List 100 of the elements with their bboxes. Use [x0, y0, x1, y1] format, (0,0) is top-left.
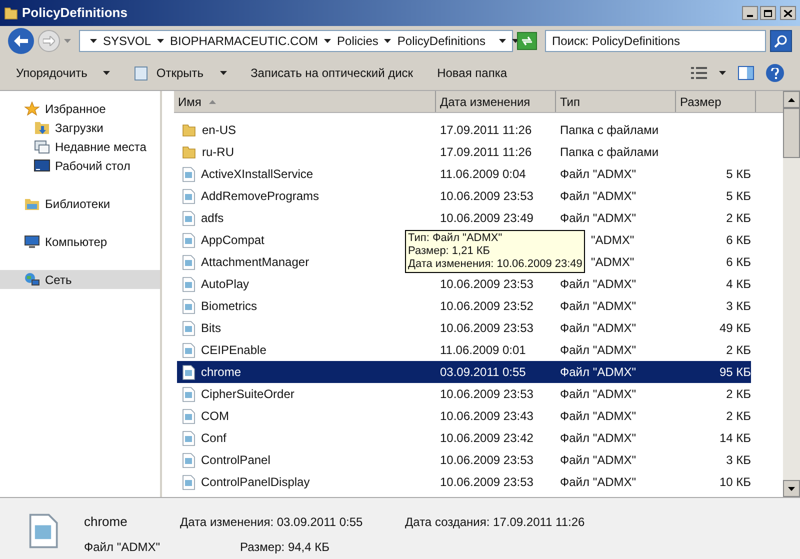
date-cell: 10.06.2009 23:49: [440, 211, 534, 225]
date-cell: 17.09.2011 11:26: [440, 145, 532, 159]
scrollbar[interactable]: [783, 91, 800, 497]
date-cell: 10.06.2009 23:43: [440, 409, 534, 423]
computer-icon: [24, 234, 40, 250]
view-options-button[interactable]: [691, 67, 726, 79]
scroll-up-icon: [788, 98, 795, 102]
file-name[interactable]: COM: [201, 407, 229, 425]
document-icon: [182, 386, 195, 402]
breadcrumb[interactable]: SYSVOL: [103, 32, 152, 50]
file-name[interactable]: ControlPanelDisplay: [201, 473, 310, 491]
file-name[interactable]: Conf: [201, 429, 226, 447]
sidebar-item[interactable]: Компьютер: [0, 232, 160, 251]
file-name[interactable]: AutoPlay: [201, 275, 250, 293]
document-icon: [182, 430, 195, 446]
type-cell: Файл "ADMX": [560, 189, 636, 203]
folder-icon: [182, 123, 196, 137]
breadcrumb[interactable]: BIOPHARMACEUTIC.COM: [170, 32, 318, 50]
size-cell-text: 10 КБ: [719, 474, 751, 491]
toolbar-button[interactable]: Открыть: [134, 64, 227, 82]
search-field[interactable]: Поиск: PolicyDefinitions: [545, 30, 766, 52]
size-cell-text: 3 КБ: [726, 452, 751, 469]
caret-icon: [220, 71, 227, 75]
type-cell: Папка с файлами: [560, 123, 659, 137]
folder-icon: [182, 145, 196, 159]
type-cell: Файл "ADMX": [560, 387, 636, 401]
document-icon: [28, 512, 58, 550]
toolbar-button[interactable]: Записать на оптический диск: [250, 64, 414, 82]
file-name[interactable]: chrome: [201, 363, 242, 381]
sidebar-item[interactable]: Избранное: [0, 99, 160, 118]
close-icon: [784, 10, 792, 16]
file-name[interactable]: ControlPanel: [201, 451, 270, 469]
sidebar-item[interactable]: Загрузки: [0, 118, 160, 137]
caret-icon: [719, 71, 726, 75]
column-header[interactable]: Имя: [174, 91, 436, 112]
folder-icon: [4, 6, 18, 20]
date-cell: 10.06.2009 23:53: [440, 387, 534, 401]
file-name[interactable]: AddRemovePrograms: [201, 187, 320, 205]
column-header[interactable]: Тип: [556, 91, 676, 112]
file-name[interactable]: ActiveXInstallService: [201, 165, 314, 183]
arrow-left-icon: [14, 35, 28, 47]
toolbar-button[interactable]: Упорядочить: [16, 64, 110, 82]
scroll-thumb[interactable]: [783, 108, 800, 158]
sidebar-item[interactable]: Библиотеки: [0, 194, 160, 213]
column-header[interactable]: Размер: [676, 91, 756, 112]
caret-icon: [384, 39, 392, 43]
file-name[interactable]: Bits: [201, 319, 222, 337]
type-cell: Файл "ADMX": [560, 211, 636, 225]
date-cell: 10.06.2009 23:42: [440, 431, 534, 445]
size-cell-text: 6 КБ: [726, 254, 751, 271]
desktop-icon: [34, 158, 50, 174]
sidebar-item[interactable]: Недавние места: [0, 137, 160, 156]
size-cell-text: 95 КБ: [719, 364, 751, 381]
size-cell-text: 2 КБ: [726, 342, 751, 359]
column-header[interactable]: Дата изменения: [436, 91, 556, 112]
minimize-button[interactable]: [742, 6, 758, 20]
date-cell: 03.09.2011 0:55: [440, 365, 526, 379]
toolbar-button[interactable]: Новая папка: [437, 64, 508, 82]
date-cell: 11.06.2009 0:01: [440, 343, 526, 357]
file-name[interactable]: Biometrics: [201, 297, 258, 315]
size-cell-text: 2 КБ: [726, 408, 751, 425]
preview-pane-button[interactable]: [738, 66, 754, 80]
sidebar-item[interactable]: Рабочий стол: [0, 156, 160, 175]
file-name[interactable]: CipherSuiteOrder: [201, 385, 294, 403]
search-button[interactable]: [770, 30, 792, 52]
refresh-button[interactable]: [517, 32, 537, 50]
type-cell: Папка с файлами: [560, 145, 659, 159]
document-icon: [182, 408, 195, 424]
breadcrumb[interactable]: PolicyDefinitions: [397, 32, 486, 50]
caret-icon: [90, 39, 97, 43]
file-name[interactable]: en-US: [202, 121, 236, 139]
date-cell: 10.06.2009 23:53: [440, 277, 534, 291]
close-button[interactable]: [780, 6, 796, 20]
size-cell-text: 14 КБ: [719, 430, 751, 447]
back-button[interactable]: [8, 28, 34, 54]
date-cell: 11.06.2009 0:04: [440, 167, 526, 181]
document-icon: [182, 342, 195, 358]
file-name[interactable]: CEIPEnable: [201, 341, 266, 359]
file-name[interactable]: adfs: [201, 209, 224, 227]
size-cell-text: 3 КБ: [726, 298, 751, 315]
help-icon: [771, 68, 779, 78]
document-icon: [182, 474, 195, 490]
size-cell-text: 5 КБ: [726, 188, 751, 205]
caret-icon: [157, 39, 164, 43]
type-cell: Файл "ADMX": [560, 453, 636, 467]
document-icon: [182, 320, 195, 336]
maximize-button[interactable]: [760, 6, 776, 20]
breadcrumb[interactable]: Policies: [337, 32, 378, 50]
document-icon: [182, 166, 195, 182]
file-name[interactable]: ru-RU: [202, 143, 234, 161]
type-cell: "ADMX": [591, 255, 634, 269]
file-name[interactable]: AttachmentManager: [201, 253, 310, 271]
refresh-icon: [521, 36, 533, 46]
sidebar-item[interactable]: Сеть: [0, 270, 160, 289]
date-cell: 10.06.2009 23:53: [440, 453, 534, 467]
document-icon: [182, 298, 195, 314]
type-cell: Файл "ADMX": [560, 277, 636, 291]
help-button[interactable]: [766, 64, 784, 82]
recent-places-icon: [34, 138, 50, 154]
file-name[interactable]: AppCompat: [201, 231, 264, 249]
